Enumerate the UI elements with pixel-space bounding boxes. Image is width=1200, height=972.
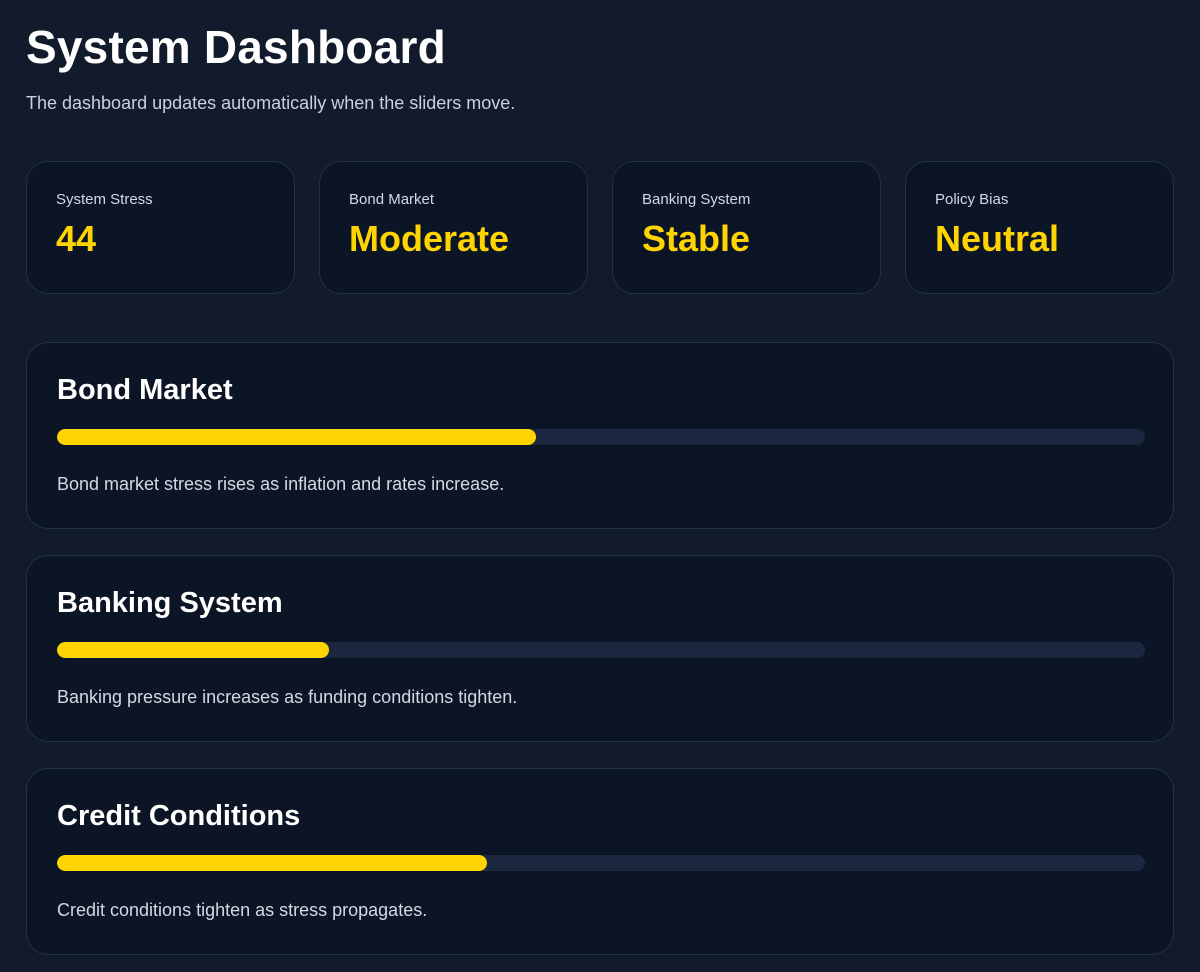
page-title: System Dashboard [26, 21, 446, 73]
stat-value: Stable [642, 218, 751, 259]
panel-title: Banking System [57, 587, 283, 619]
panel-banking-system: Banking System Banking pressure increase… [26, 555, 1174, 742]
panel-bond-market: Bond Market Bond market stress rises as … [26, 342, 1174, 529]
panel-title: Credit Conditions [57, 800, 301, 832]
bond-market-meter-fill [57, 429, 536, 445]
stat-card-system-stress: System Stress 44 [26, 161, 295, 294]
stat-label: Banking System [642, 191, 751, 208]
panel-description: Credit conditions tighten as stress prop… [57, 900, 428, 920]
stat-value: 44 [56, 218, 97, 259]
banking-system-meter-fill [57, 642, 329, 658]
credit-conditions-meter-fill [57, 855, 487, 871]
stat-label: Bond Market [349, 191, 435, 208]
stat-card-bond-market: Bond Market Moderate [319, 161, 588, 294]
bond-market-meter [57, 429, 1145, 445]
stat-cards: System Stress 44 Bond Market Moderate Ba… [26, 161, 1174, 294]
panel-title: Bond Market [57, 374, 233, 406]
banking-system-meter [57, 642, 1145, 658]
dashboard-page: System Dashboard The dashboard updates a… [0, 0, 1200, 972]
stat-value: Neutral [935, 218, 1060, 259]
stat-card-policy-bias: Policy Bias Neutral [905, 161, 1174, 294]
stat-card-banking-system: Banking System Stable [612, 161, 881, 294]
stat-label: Policy Bias [935, 191, 1009, 208]
panel-credit-conditions: Credit Conditions Credit conditions tigh… [26, 768, 1174, 955]
page-subtitle: The dashboard updates automatically when… [26, 93, 516, 113]
stat-label: System Stress [56, 191, 153, 208]
panel-description: Banking pressure increases as funding co… [57, 687, 518, 707]
credit-conditions-meter [57, 855, 1145, 871]
stat-value: Moderate [349, 218, 510, 259]
panel-description: Bond market stress rises as inflation an… [57, 474, 505, 494]
